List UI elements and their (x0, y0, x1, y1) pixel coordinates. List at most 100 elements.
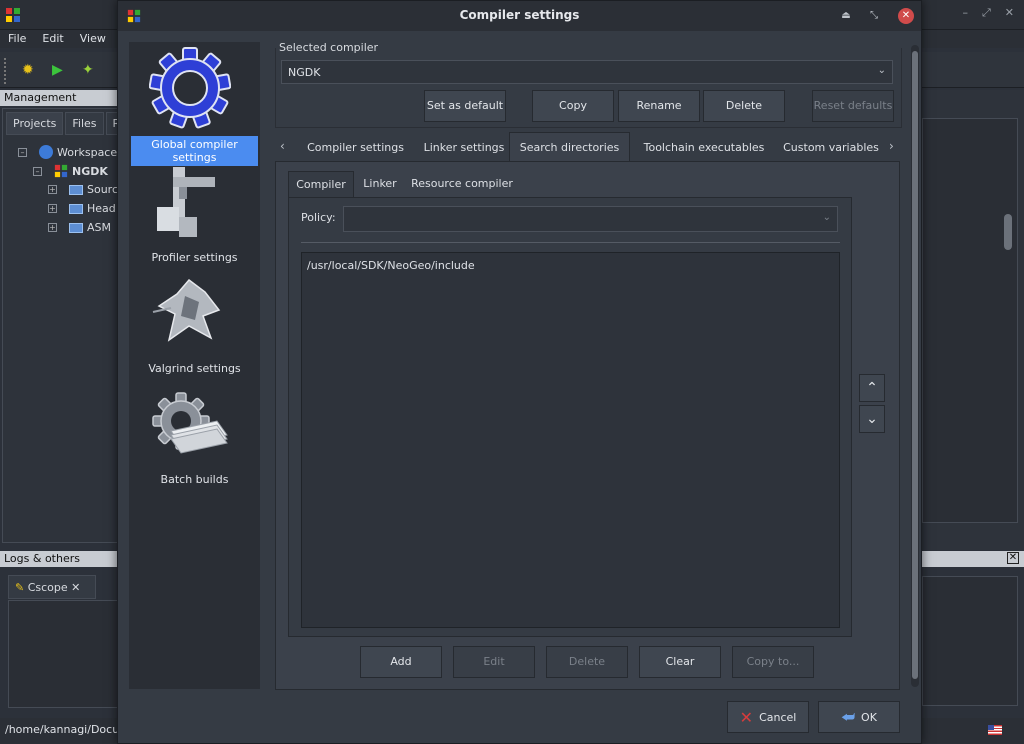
category-batch-builds[interactable]: Batch builds (129, 378, 260, 488)
tab-toolchain-executables[interactable]: Toolchain executables (640, 133, 768, 160)
tab-compiler-settings[interactable]: Compiler settings (303, 133, 408, 160)
folder-icon (69, 203, 83, 214)
status-path: /home/kannagi/Docum (5, 723, 130, 736)
category-label: Batch builds (160, 473, 229, 486)
close-icon[interactable]: ✕ (898, 8, 914, 24)
selected-compiler-dropdown[interactable]: NGDK ⌄ (281, 60, 893, 84)
clear-directories-button[interactable]: Clear (639, 646, 721, 678)
tab-cscope[interactable]: ✎ Cscope ✕ (8, 575, 96, 599)
tree-folder-asm[interactable]: + ASM (48, 221, 111, 234)
delete-compiler-button[interactable]: Delete (703, 90, 785, 122)
folder-label: Sourc (87, 183, 119, 196)
divider (301, 242, 840, 243)
subtab-compiler[interactable]: Compiler (288, 171, 354, 199)
category-valgrind-settings[interactable]: Valgrind settings (129, 267, 260, 377)
delete-directory-button[interactable]: Delete (546, 646, 628, 678)
folder-label: Head (87, 202, 116, 215)
menu-view[interactable]: View (72, 30, 114, 48)
chevron-down-icon: ⌄ (822, 212, 831, 223)
dialog-title: Compiler settings (459, 8, 580, 22)
editor-scrollbar[interactable] (1004, 214, 1012, 250)
tree-folder-headers[interactable]: + Head (48, 202, 116, 215)
menu-edit[interactable]: Edit (34, 30, 71, 48)
cancel-icon: ✕ (739, 707, 754, 727)
chevron-up-icon: ⌃ (866, 380, 878, 396)
project-icon (54, 164, 68, 178)
close-tab-icon[interactable]: ✕ (71, 581, 80, 594)
copy-to-button[interactable]: Copy to... (732, 646, 814, 678)
tab-search-directories[interactable]: Search directories (509, 132, 630, 161)
category-label: Profiler settings (151, 251, 238, 264)
workspace-icon (39, 145, 53, 159)
management-panel-title: Management (0, 90, 118, 106)
project-label: NGDK (72, 164, 108, 178)
reset-defaults-button[interactable]: Reset defaults (812, 90, 894, 122)
toolbar-grip[interactable] (4, 58, 7, 84)
app-logo-icon (6, 8, 20, 22)
tree-project[interactable]: – NGDK (33, 164, 108, 178)
expand-icon[interactable]: + (48, 223, 57, 232)
ok-button[interactable]: ⮨ OK (818, 701, 900, 733)
tab-files[interactable]: Files (65, 112, 104, 135)
rename-compiler-button[interactable]: Rename (618, 90, 700, 122)
logs-panel (8, 600, 118, 708)
close-icon[interactable]: ✕ (1005, 6, 1014, 20)
profiler-icon (157, 167, 215, 237)
policy-dropdown[interactable]: ⌄ (343, 206, 838, 232)
tab-custom-variables[interactable]: Custom variables (780, 133, 882, 160)
policy-label: Policy: (301, 211, 336, 224)
minimize-icon[interactable]: – (962, 6, 968, 20)
set-as-default-button[interactable]: Set as default (424, 90, 506, 122)
move-up-button[interactable]: ⌃ (859, 374, 885, 402)
cancel-button[interactable]: ✕ Cancel (727, 701, 809, 733)
close-panel-icon[interactable]: ✕ (1007, 552, 1019, 564)
settings-category-list: Global compiler settings Profiler settin… (129, 42, 260, 689)
valgrind-icon (152, 278, 221, 342)
notes-icon: ✎ (15, 581, 25, 594)
logs-output (922, 576, 1018, 706)
management-tabs: Projects Files Re (6, 112, 134, 135)
list-item[interactable]: /usr/local/SDK/NeoGeo/include (307, 259, 475, 272)
collapse-icon[interactable]: – (18, 147, 27, 157)
folder-icon (69, 222, 83, 233)
logs-panel-title: Logs & others (0, 551, 118, 567)
expand-icon[interactable]: + (48, 185, 57, 194)
subtab-linker[interactable]: Linker (358, 171, 402, 197)
tab-scroll-right-icon[interactable]: › (889, 139, 894, 153)
tab-cscope-label: Cscope (27, 581, 68, 594)
tree-folder-sources[interactable]: + Sourc (48, 183, 118, 196)
directory-list[interactable]: /usr/local/SDK/NeoGeo/include (301, 252, 840, 628)
tree-workspace[interactable]: – Workspace (18, 145, 117, 159)
compiler-settings-dialog: Compiler settings ⏏ ⤡ ✕ Global compiler … (117, 0, 922, 744)
category-global-compiler-settings[interactable]: Global compiler settings (129, 42, 260, 166)
folder-label: ASM (87, 221, 111, 234)
tab-linker-settings[interactable]: Linker settings (418, 133, 510, 160)
gear-icon (149, 47, 231, 129)
move-down-button[interactable]: ⌄ (859, 405, 885, 433)
restore-icon[interactable]: ⤡ (866, 8, 882, 24)
dialog-scrollbar-thumb[interactable] (912, 51, 918, 679)
tab-projects[interactable]: Projects (6, 112, 64, 135)
add-directory-button[interactable]: Add (360, 646, 442, 678)
keep-above-icon[interactable]: ⏏ (838, 8, 854, 24)
subtab-resource-compiler[interactable]: Resource compiler (410, 171, 514, 197)
expand-icon[interactable]: + (48, 204, 57, 213)
us-flag-icon (988, 725, 1002, 735)
collapse-icon[interactable]: – (33, 166, 42, 176)
menu-file[interactable]: File (0, 30, 34, 48)
cancel-label: Cancel (759, 710, 797, 724)
maximize-icon[interactable]: ⤢ (982, 6, 991, 20)
category-profiler-settings[interactable]: Profiler settings (129, 156, 260, 266)
run-icon[interactable]: ▶ (52, 62, 63, 78)
folder-icon (69, 184, 83, 195)
dialog-titlebar: Compiler settings ⏏ ⤡ ✕ (118, 1, 921, 31)
editor-pane (922, 118, 1018, 523)
copy-compiler-button[interactable]: Copy (532, 90, 614, 122)
ok-label: OK (861, 710, 877, 724)
tab-scroll-left-icon[interactable]: ‹ (280, 139, 285, 153)
edit-directory-button[interactable]: Edit (453, 646, 535, 678)
build-gear-icon[interactable]: ✹ (22, 62, 34, 78)
build-run-icon[interactable]: ✦ (82, 62, 94, 78)
selected-compiler-value: NGDK (288, 66, 321, 79)
chevron-down-icon: ⌄ (877, 65, 886, 76)
